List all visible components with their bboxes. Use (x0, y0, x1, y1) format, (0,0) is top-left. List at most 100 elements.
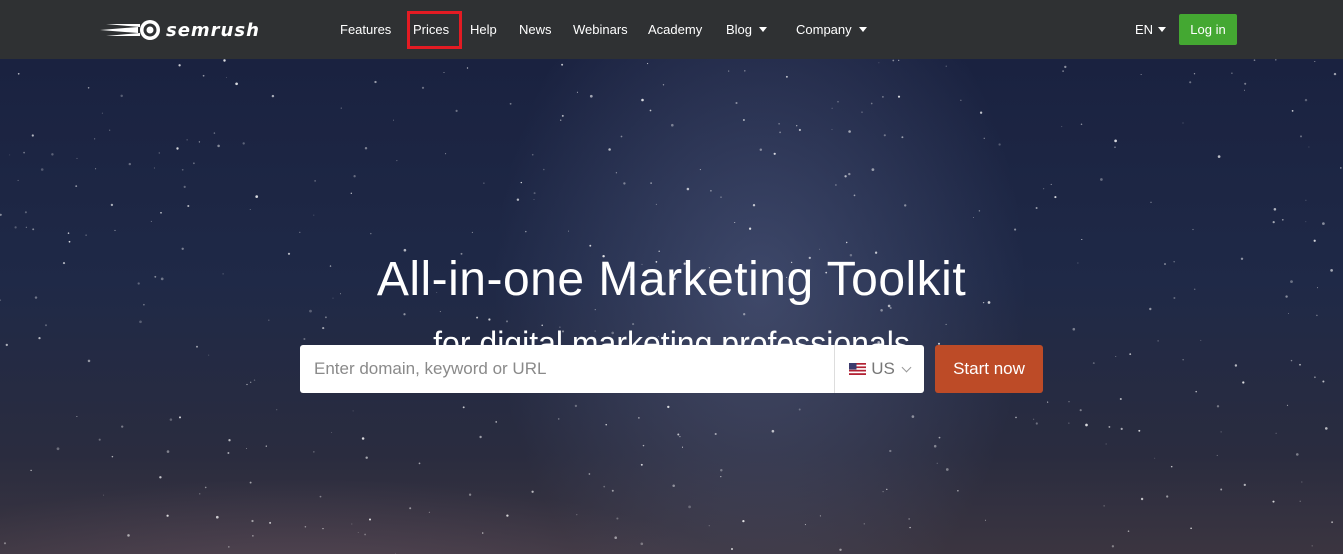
star (268, 319, 270, 321)
star (418, 462, 421, 465)
star (1272, 221, 1275, 224)
star (1105, 443, 1107, 445)
domain-search-input[interactable] (300, 345, 834, 393)
star (31, 134, 34, 137)
star (1291, 110, 1294, 112)
star (909, 526, 911, 529)
star (1035, 422, 1038, 425)
star (1127, 530, 1130, 532)
star (1244, 89, 1246, 91)
star (340, 107, 342, 109)
star (819, 515, 821, 517)
star (471, 231, 473, 233)
star (176, 147, 179, 150)
star (1300, 135, 1302, 138)
nav-prices[interactable]: Prices (413, 0, 449, 59)
star (1032, 418, 1035, 420)
star (1064, 65, 1067, 69)
star (1080, 123, 1083, 126)
star (561, 114, 564, 117)
star (960, 99, 962, 101)
star (1050, 183, 1052, 185)
star (392, 119, 395, 121)
nav-academy[interactable]: Academy (648, 0, 702, 59)
star (611, 489, 614, 492)
star (1114, 146, 1116, 149)
star (166, 514, 169, 517)
star (614, 536, 617, 539)
star (439, 311, 441, 313)
star (1322, 222, 1325, 225)
nav-company-dropdown[interactable]: Company (796, 0, 867, 59)
star (357, 531, 359, 533)
nav-news[interactable]: News (519, 0, 552, 59)
star (445, 153, 447, 155)
star (269, 521, 272, 524)
star (638, 417, 640, 419)
star (51, 153, 54, 156)
star (488, 318, 491, 321)
star (202, 74, 205, 77)
star (9, 154, 11, 156)
database-selector[interactable]: US (834, 345, 924, 393)
star (677, 433, 680, 436)
top-navbar: semrush Features Prices Help News Webina… (0, 0, 1343, 59)
star (213, 132, 216, 134)
star (863, 523, 865, 525)
star (871, 168, 875, 171)
star (365, 456, 368, 459)
star (25, 226, 27, 228)
star (1120, 427, 1123, 430)
star (1273, 208, 1277, 211)
star (748, 227, 752, 230)
star (1119, 397, 1122, 401)
star (1305, 199, 1307, 201)
star (798, 408, 801, 411)
star (1220, 488, 1223, 491)
language-selector[interactable]: EN (1135, 0, 1167, 59)
star (299, 231, 301, 233)
star (443, 72, 445, 74)
star (1299, 363, 1301, 366)
nav-help[interactable]: Help (470, 0, 497, 59)
star (743, 313, 746, 316)
star (1216, 454, 1218, 456)
login-button[interactable]: Log in (1179, 14, 1237, 45)
star (351, 523, 353, 525)
star (798, 128, 801, 132)
start-now-button[interactable]: Start now (935, 345, 1043, 393)
star (588, 473, 591, 475)
hero-headline: All-in-one Marketing Toolkit (376, 253, 967, 306)
nav-label: Blog (726, 22, 753, 37)
star (114, 229, 116, 231)
star (649, 109, 652, 112)
star (773, 152, 776, 155)
star (1111, 545, 1115, 548)
star (17, 72, 20, 75)
caret-down-icon (858, 27, 867, 32)
star (672, 484, 675, 488)
nav-features[interactable]: Features (340, 0, 391, 59)
star (265, 445, 267, 447)
star (973, 216, 974, 218)
star (605, 423, 607, 426)
nav-blog-dropdown[interactable]: Blog (726, 0, 768, 59)
nav-webinars[interactable]: Webinars (573, 0, 628, 59)
hero-section: All-in-one Marketing Toolkit for digital… (0, 59, 1343, 554)
star (667, 405, 670, 409)
star (574, 404, 578, 408)
semrush-logo[interactable]: semrush (98, 16, 268, 44)
star (479, 435, 482, 439)
star (476, 316, 479, 319)
star (364, 147, 368, 150)
star (103, 494, 105, 496)
star (889, 449, 892, 453)
star (253, 379, 256, 381)
star (368, 518, 372, 521)
star (1043, 188, 1045, 190)
star (1314, 376, 1316, 379)
star (938, 436, 941, 439)
star (1305, 221, 1307, 223)
star (594, 309, 596, 311)
star (1331, 521, 1334, 524)
